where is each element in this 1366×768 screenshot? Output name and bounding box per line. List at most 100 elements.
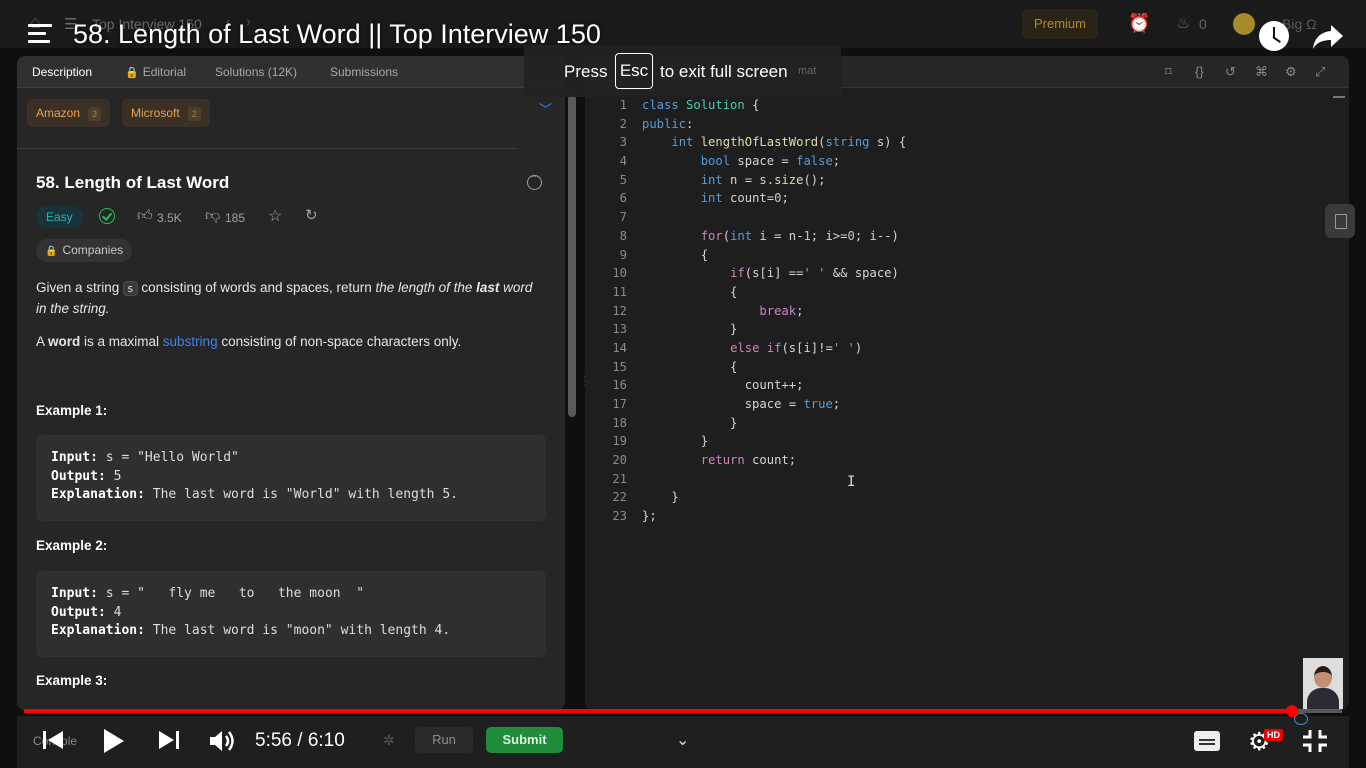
code-line: 5 int n = s.size();	[585, 171, 1349, 190]
tab-solutions[interactable]: Solutions (12K)	[215, 65, 297, 79]
company-tag-microsoft[interactable]: Microsoft 2	[122, 99, 210, 127]
divider	[17, 148, 517, 149]
companies-label: Companies	[62, 243, 124, 257]
code-line: 6 int count=0;	[585, 189, 1349, 208]
code-line: 17 space = true;	[585, 395, 1349, 414]
line-number: 16	[612, 378, 627, 393]
share-arrow-icon[interactable]	[1312, 22, 1344, 52]
output-value: 5	[105, 468, 122, 484]
code-line: 3 int lengthOfLastWord(string s) {	[585, 133, 1349, 152]
play-icon[interactable]	[100, 728, 126, 754]
code-line: 9 {	[585, 246, 1349, 265]
creator-thumbnail[interactable]	[1303, 658, 1343, 709]
substring-link[interactable]: substring	[163, 334, 218, 349]
subtitles-icon[interactable]	[1194, 731, 1220, 751]
alarm-icon[interactable]: ⏰	[1128, 13, 1150, 35]
line-number: 14	[612, 340, 627, 355]
desc-text: the length of the	[375, 280, 477, 295]
run-button[interactable]: Run	[415, 727, 473, 753]
exit-fullscreen-icon[interactable]	[1302, 729, 1328, 753]
next-icon[interactable]	[158, 730, 180, 750]
volume-icon[interactable]	[208, 728, 236, 754]
example-title: Example 2:	[36, 538, 108, 553]
streak-fire-icon[interactable]: ♨	[1176, 13, 1190, 33]
video-title[interactable]: 58. Length of Last Word || Top Interview…	[73, 19, 601, 50]
code-editor[interactable]: 1 class Solution { 2 public: 3 int lengthO…	[585, 96, 1349, 526]
line-number: 10	[612, 266, 627, 281]
bookmark-icon[interactable]: ⌑	[1165, 64, 1172, 80]
chevron-down-icon[interactable]: ⌄	[676, 730, 689, 750]
code-line: 11 {	[585, 283, 1349, 302]
editor-scrollbar[interactable]	[1333, 96, 1345, 98]
more-options-icon[interactable]	[527, 171, 542, 190]
code-line: 20 return count;	[585, 451, 1349, 470]
code-line: 14 else if(s[i]!=' ')	[585, 339, 1349, 358]
code-line: 4 bool space = false;	[585, 152, 1349, 171]
previous-icon[interactable]	[42, 730, 64, 750]
code-line: 16 count++;	[585, 376, 1349, 395]
tab-description[interactable]: Description	[32, 65, 92, 79]
time-display: 5:56 / 6:10	[255, 730, 345, 751]
input-label: Input:	[51, 586, 98, 601]
streak-count: 0	[1199, 16, 1207, 32]
braces-icon[interactable]: {}	[1195, 64, 1204, 79]
company-name: Microsoft	[131, 106, 180, 120]
line-number: 1	[619, 98, 627, 112]
code-line: 18 }	[585, 414, 1349, 433]
problem-description: Given a string s consisting of words and…	[36, 278, 546, 319]
line-number: 20	[612, 453, 627, 468]
scrollbar[interactable]	[568, 95, 576, 417]
code-line: 1 class Solution {	[585, 96, 1349, 115]
line-number: 7	[619, 210, 627, 225]
example-box: Input: s = " fly me to the moon " Output…	[36, 571, 546, 657]
explanation-value: The last word is "moon" with length 4.	[144, 623, 451, 638]
input-value: s = " fly me to the moon "	[97, 586, 365, 601]
output-value: 4	[105, 604, 122, 620]
expand-icon[interactable]: ⤢	[1315, 64, 1325, 80]
code-line: 15 {	[585, 358, 1349, 377]
solved-check-icon	[99, 208, 115, 224]
watch-later-icon[interactable]	[1259, 21, 1289, 51]
notes-icon[interactable]	[1325, 204, 1355, 238]
desc-text: A	[36, 334, 49, 349]
output-label: Output:	[51, 604, 106, 620]
line-number: 11	[612, 284, 627, 299]
chevron-down-icon[interactable]: ﹀	[539, 99, 552, 118]
thumbs-down-icon[interactable]: 👎︎	[205, 207, 220, 225]
avatar[interactable]	[1233, 13, 1255, 35]
description-panel: Description 🔒 Editorial Solutions (12K) S…	[17, 56, 565, 710]
reset-icon[interactable]: ↺	[1225, 64, 1236, 80]
output-label: Output:	[51, 468, 106, 484]
code-line: 19 }	[585, 432, 1349, 451]
thumbs-up-icon[interactable]: 👍︎	[137, 207, 153, 225]
code-line: 10 if(s[i] ==' ' && space)	[585, 264, 1349, 283]
company-tag-amazon[interactable]: Amazon 3	[27, 99, 111, 127]
desc-text: consisting of words and spaces, return	[137, 280, 376, 295]
share-icon[interactable]: ↻	[305, 206, 318, 224]
scrubber-handle[interactable]	[1285, 705, 1298, 717]
progress-fill	[24, 709, 1292, 713]
hd-badge: HD	[1264, 729, 1283, 741]
example-box: Input: s = "Hello World" Output: 5 Expla…	[36, 435, 546, 521]
premium-button[interactable]: Premium	[1022, 9, 1098, 39]
description-tabs: Description 🔒 Editorial Solutions (12K) S…	[17, 56, 565, 88]
word-definition: A word is a maximal substring consisting…	[36, 332, 546, 352]
toast-message: to exit full screen	[660, 62, 788, 81]
desc-text: consisting of non-space characters only.	[217, 334, 462, 349]
submit-button[interactable]: Submit	[486, 727, 563, 753]
code-line: 13 }	[585, 320, 1349, 339]
line-number: 4	[619, 154, 627, 169]
debug-icon[interactable]: ✲	[383, 732, 395, 749]
code-line: 2 public:	[585, 115, 1349, 134]
code-line: 8 for(int i = n-1; i>=0; i--)	[585, 227, 1349, 246]
playlist-menu-icon[interactable]	[28, 24, 52, 46]
input-label: Input:	[51, 450, 98, 465]
tab-editorial[interactable]: 🔒 Editorial	[125, 65, 186, 79]
command-icon[interactable]: ⌘	[1255, 64, 1268, 80]
star-icon[interactable]: ☆	[268, 206, 282, 226]
progress-bar[interactable]	[24, 705, 1342, 717]
tab-submissions[interactable]: Submissions	[330, 65, 398, 79]
settings-icon[interactable]: ⚙	[1285, 64, 1297, 80]
esc-key: Esc	[615, 53, 653, 89]
companies-button[interactable]: 🔒 Companies	[36, 239, 133, 262]
